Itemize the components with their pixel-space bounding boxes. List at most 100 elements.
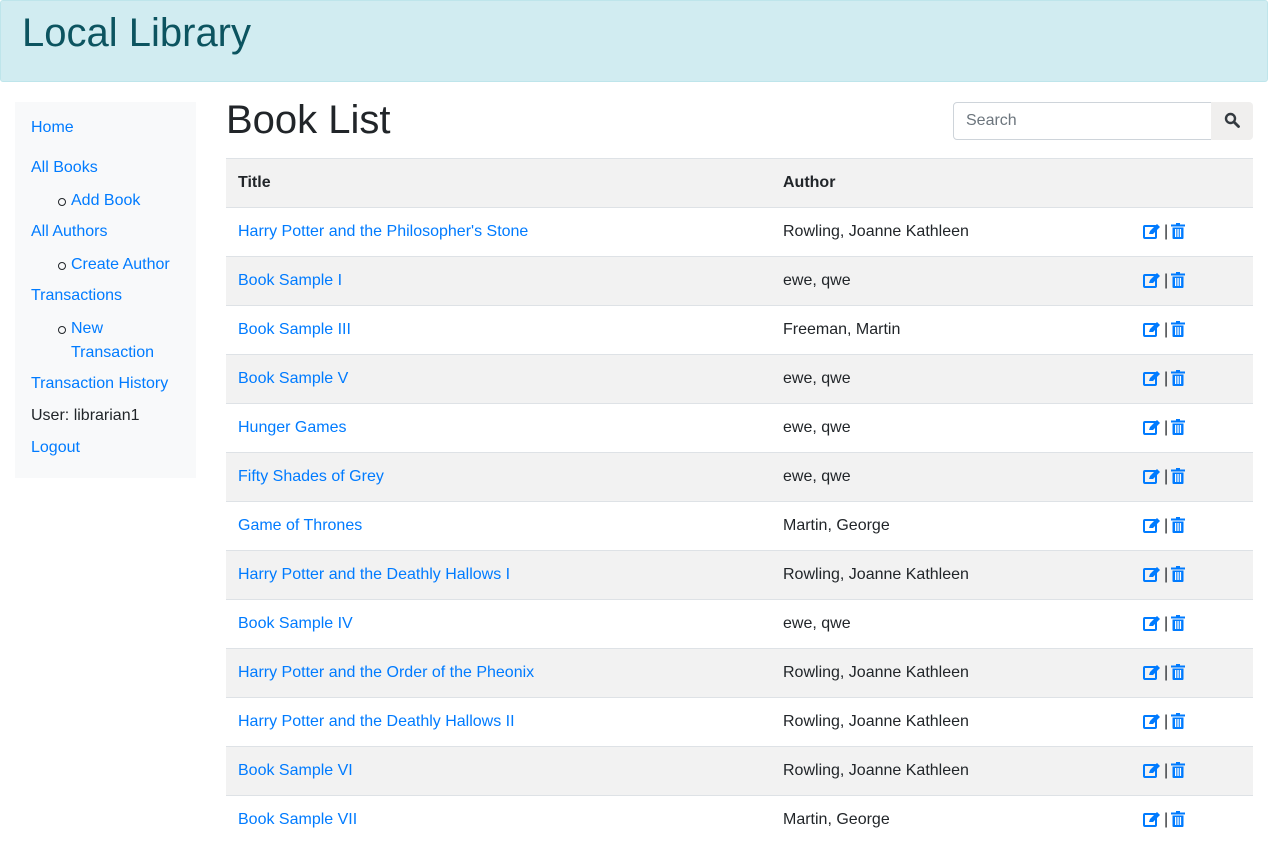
actions-cell: | [1123, 403, 1253, 453]
edit-icon[interactable] [1143, 713, 1161, 730]
book-title-link[interactable]: Hunger Games [238, 419, 347, 436]
delete-icon[interactable] [1171, 566, 1186, 583]
search-input[interactable] [953, 102, 1212, 140]
action-separator: | [1164, 517, 1169, 534]
table-row: Harry Potter and the Deathly Hallows I R… [226, 550, 1253, 600]
delete-icon[interactable] [1171, 370, 1186, 387]
delete-icon[interactable] [1171, 615, 1186, 632]
delete-icon[interactable] [1171, 272, 1186, 289]
table-row: Harry Potter and the Philosopher's Stone… [226, 207, 1253, 257]
sidebar-item-new-transaction[interactable]: New Transaction [58, 317, 154, 365]
title-cell: Book Sample IV [226, 599, 771, 649]
author-cell: Freeman, Martin [771, 305, 1123, 355]
edit-icon[interactable] [1143, 370, 1161, 387]
actions-cell: | [1123, 256, 1253, 306]
book-title-link[interactable]: Book Sample V [238, 370, 348, 387]
title-cell: Game of Thrones [226, 501, 771, 551]
search-button[interactable] [1211, 102, 1253, 140]
sidebar-item-all-authors[interactable]: All Authors [31, 223, 107, 241]
action-separator: | [1164, 566, 1169, 583]
book-title-link[interactable]: Book Sample III [238, 321, 351, 338]
book-title-link[interactable]: Harry Potter and the Deathly Hallows II [238, 713, 515, 730]
action-separator: | [1164, 468, 1169, 485]
actions-cell: | [1123, 550, 1253, 600]
sidebar-item-all-books[interactable]: All Books [31, 159, 98, 177]
sidebar-item-transactions[interactable]: Transactions [31, 287, 122, 305]
title-cell: Book Sample I [226, 256, 771, 306]
actions-cell: | [1123, 599, 1253, 649]
title-cell: Harry Potter and the Philosopher's Stone [226, 207, 771, 257]
book-title-link[interactable]: Harry Potter and the Order of the Pheoni… [238, 664, 534, 681]
book-title-link[interactable]: Fifty Shades of Grey [238, 468, 384, 485]
edit-icon[interactable] [1143, 517, 1161, 534]
actions-cell: | [1123, 648, 1253, 698]
actions-cell: | [1123, 795, 1253, 845]
new-transaction-line1: New [71, 320, 104, 337]
edit-icon[interactable] [1143, 566, 1161, 583]
edit-icon[interactable] [1143, 272, 1161, 289]
edit-icon[interactable] [1143, 615, 1161, 632]
table-row: Harry Potter and the Deathly Hallows II … [226, 697, 1253, 747]
actions-cell: | [1123, 746, 1253, 796]
actions-cell: | [1123, 305, 1253, 355]
author-cell: ewe, qwe [771, 256, 1123, 306]
book-title-link[interactable]: Book Sample IV [238, 615, 353, 632]
delete-icon[interactable] [1171, 321, 1186, 338]
author-cell: ewe, qwe [771, 452, 1123, 502]
sidebar-item-add-book[interactable]: Add Book [57, 189, 140, 213]
action-separator: | [1164, 419, 1169, 436]
action-separator: | [1164, 762, 1169, 779]
column-header-author: Author [771, 158, 1123, 208]
action-separator: | [1164, 811, 1169, 829]
title-cell: Book Sample VII [226, 795, 771, 845]
author-cell: Martin, George [771, 501, 1123, 551]
book-table: Title Author Harry Potter and the Philos… [226, 158, 1253, 845]
new-transaction-line2: Transaction [71, 344, 154, 361]
delete-icon[interactable] [1171, 419, 1186, 436]
sidebar-item-create-author[interactable]: Create Author [58, 253, 170, 277]
table-row: Hunger Games ewe, qwe | [226, 403, 1253, 453]
delete-icon[interactable] [1171, 468, 1186, 485]
edit-icon[interactable] [1143, 223, 1161, 240]
book-title-link[interactable]: Game of Thrones [238, 517, 362, 534]
edit-icon[interactable] [1143, 664, 1161, 681]
edit-icon[interactable] [1143, 419, 1161, 436]
sidebar-item-transaction-history[interactable]: Transaction History [31, 375, 168, 393]
sidebar: Home All Books Add Book All Authors Crea… [15, 102, 196, 478]
delete-icon[interactable] [1171, 811, 1186, 828]
table-row: Book Sample I ewe, qwe | [226, 256, 1253, 306]
sidebar-item-logout[interactable]: Logout [31, 439, 80, 457]
edit-icon[interactable] [1143, 321, 1161, 338]
book-title-link[interactable]: Book Sample VII [238, 811, 357, 828]
author-cell: Rowling, Joanne Kathleen [771, 697, 1123, 747]
site-title: Local Library [22, 11, 252, 55]
actions-cell: | [1123, 354, 1253, 404]
table-row: Book Sample VII Martin, George | [226, 795, 1253, 845]
action-separator: | [1164, 321, 1169, 338]
edit-icon[interactable] [1143, 468, 1161, 485]
table-row: Harry Potter and the Order of the Pheoni… [226, 648, 1253, 698]
delete-icon[interactable] [1171, 664, 1186, 681]
edit-icon[interactable] [1143, 811, 1161, 828]
delete-icon[interactable] [1171, 517, 1186, 534]
table-row: Book Sample VI Rowling, Joanne Kathleen … [226, 746, 1253, 796]
action-separator: | [1164, 370, 1169, 387]
book-title-link[interactable]: Harry Potter and the Philosopher's Stone [238, 223, 528, 240]
author-cell: Rowling, Joanne Kathleen [771, 207, 1123, 257]
edit-icon[interactable] [1143, 762, 1161, 779]
delete-icon[interactable] [1171, 223, 1186, 240]
action-separator: | [1164, 664, 1169, 681]
delete-icon[interactable] [1171, 762, 1186, 779]
author-cell: ewe, qwe [771, 403, 1123, 453]
sidebar-item-home[interactable]: Home [31, 119, 74, 137]
search-icon [1224, 112, 1240, 131]
book-title-link[interactable]: Book Sample VI [238, 762, 353, 779]
title-cell: Book Sample VI [226, 746, 771, 796]
action-separator: | [1164, 223, 1169, 240]
action-separator: | [1164, 272, 1169, 289]
book-title-link[interactable]: Harry Potter and the Deathly Hallows I [238, 566, 510, 583]
book-title-link[interactable]: Book Sample I [238, 272, 342, 289]
title-cell: Harry Potter and the Order of the Pheoni… [226, 648, 771, 698]
column-header-actions [1123, 158, 1253, 208]
delete-icon[interactable] [1171, 713, 1186, 730]
